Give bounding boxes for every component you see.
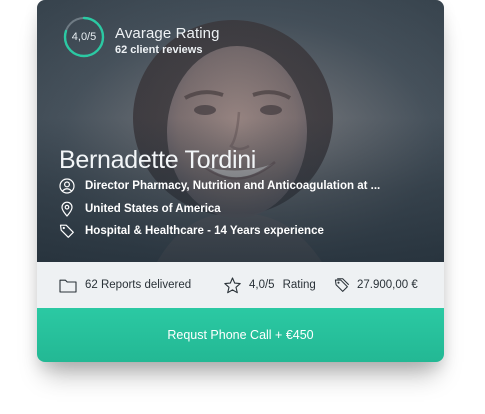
price-stat: 27.900,00 €	[334, 262, 418, 308]
expert-role: Director Pharmacy, Nutrition and Anticoa…	[85, 180, 381, 192]
location-row: United States of America	[59, 200, 221, 218]
expert-name: Bernadette Tordini	[59, 146, 257, 174]
map-pin-icon	[61, 201, 73, 217]
stats-bar: 62 Reports delivered 4,0/5 Rating 27.900…	[37, 262, 444, 309]
rating-ring-value: 4,0/5	[71, 31, 97, 43]
tag-icon	[59, 224, 74, 238]
rating-review-count: 62 client reviews	[115, 44, 203, 56]
star-icon	[224, 276, 241, 293]
rating-stat: 4,0/5 Rating	[224, 262, 316, 308]
expert-card: 4,0/5 Avarage Rating 62 client reviews B…	[37, 0, 444, 362]
reports-stat: 62 Reports delivered	[59, 262, 191, 308]
expert-location: United States of America	[85, 203, 221, 215]
folder-icon	[59, 279, 77, 293]
rating-stat-value: 4,0/5	[249, 279, 275, 291]
user-circle-icon	[59, 178, 75, 194]
reports-delivered: 62 Reports delivered	[85, 279, 192, 291]
expert-industry: Hospital & Healthcare - 14 Years experie…	[85, 225, 324, 237]
profile-hero: 4,0/5 Avarage Rating 62 client reviews B…	[37, 0, 444, 262]
request-phone-call-button[interactable]: Requst Phone Call + €450	[37, 308, 444, 362]
rating-title: Avarage Rating	[115, 25, 220, 42]
role-row: Director Pharmacy, Nutrition and Anticoa…	[59, 177, 380, 195]
price-value: 27.900,00 €	[357, 279, 418, 291]
rating-stat-label: Rating	[282, 279, 316, 291]
price-tag-icon	[334, 277, 349, 292]
industry-row: Hospital & Healthcare - 14 Years experie…	[59, 222, 324, 240]
